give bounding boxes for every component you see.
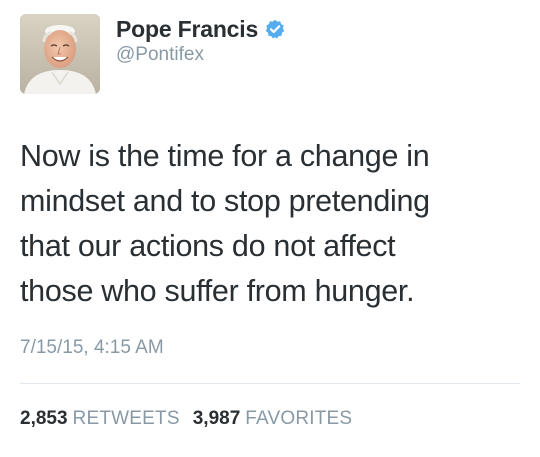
name-row: Pope Francis (116, 14, 285, 44)
tweet-text-line: mindset and to stop pretending (20, 184, 430, 218)
retweets-count: 2,853 (20, 408, 68, 429)
divider (20, 383, 520, 384)
avatar-photo (20, 14, 100, 94)
retweets-stat[interactable]: 2,853 RETWEETS (20, 408, 180, 430)
tweet-header: Pope Francis @Pontifex (116, 14, 285, 66)
tweet-text: Now is the time for a change in mindset … (20, 134, 525, 314)
tweet-timestamp[interactable]: 7/15/15, 4:15 AM (20, 337, 164, 359)
verified-badge-icon (265, 19, 285, 39)
retweets-label: RETWEETS (72, 408, 180, 429)
tweet-card: Pope Francis @Pontifex Now is the time f… (0, 0, 540, 457)
favorites-count: 3,987 (192, 408, 241, 429)
tweet-text-line: that our actions do not affect (20, 229, 396, 263)
user-handle[interactable]: @Pontifex (116, 44, 285, 66)
tweet-text-line: those who suffer from hunger. (20, 274, 415, 308)
tweet-text-line: Now is the time for a change in (20, 139, 430, 173)
favorites-stat[interactable]: 3,987 FAVORITES (193, 408, 353, 430)
display-name[interactable]: Pope Francis (116, 16, 258, 43)
tweet-stats: 2,853 RETWEETS 3,987 FAVORITES (20, 408, 352, 430)
favorites-label: FAVORITES (245, 408, 353, 429)
avatar[interactable] (20, 14, 100, 94)
